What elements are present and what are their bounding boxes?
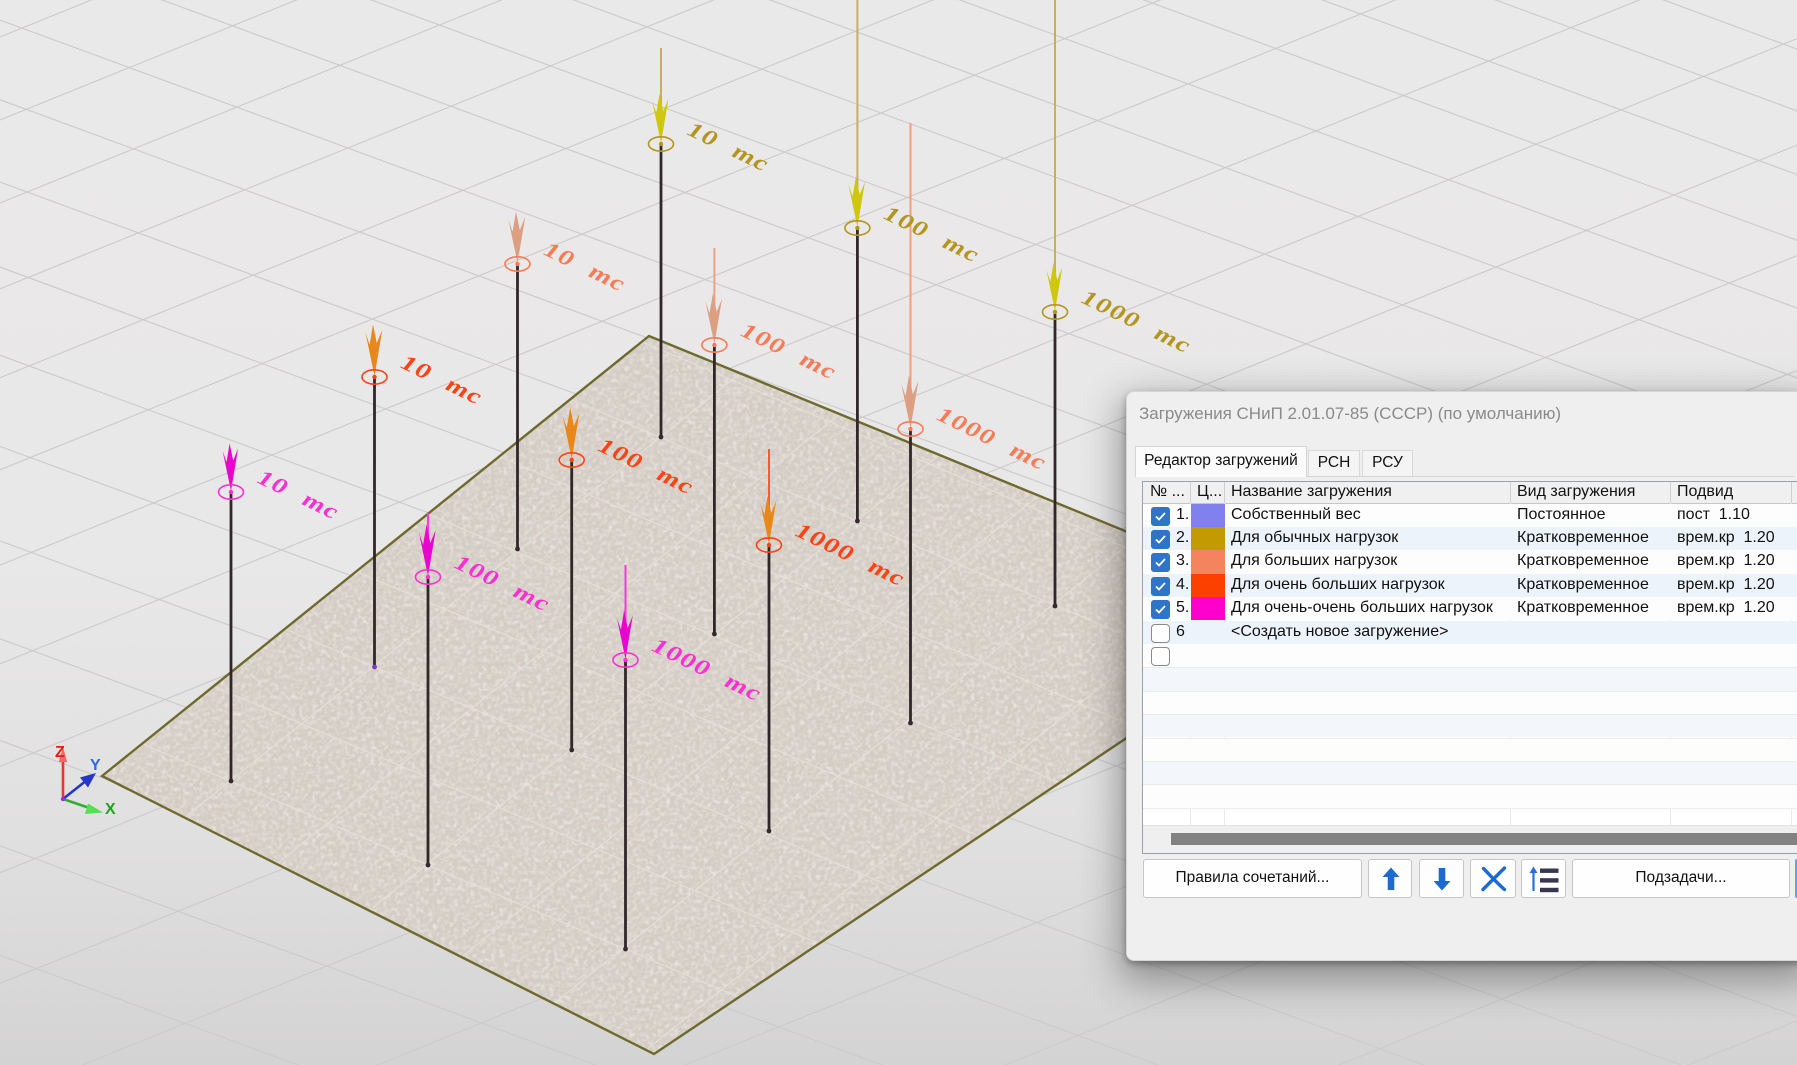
svg-text:Z: Z — [55, 744, 65, 761]
svg-text:100 тс: 100 тс — [737, 317, 841, 385]
svg-text:10 тс: 10 тс — [540, 236, 630, 297]
svg-text:1000 тс: 1000 тс — [1078, 284, 1196, 359]
svg-text:Y: Y — [90, 757, 101, 774]
svg-text:10 тс: 10 тс — [397, 349, 487, 410]
svg-text:X: X — [105, 801, 116, 818]
svg-text:10 тс: 10 тс — [684, 116, 774, 177]
svg-text:100 тс: 100 тс — [880, 200, 984, 268]
svg-text:10 тс: 10 тс — [254, 464, 344, 525]
